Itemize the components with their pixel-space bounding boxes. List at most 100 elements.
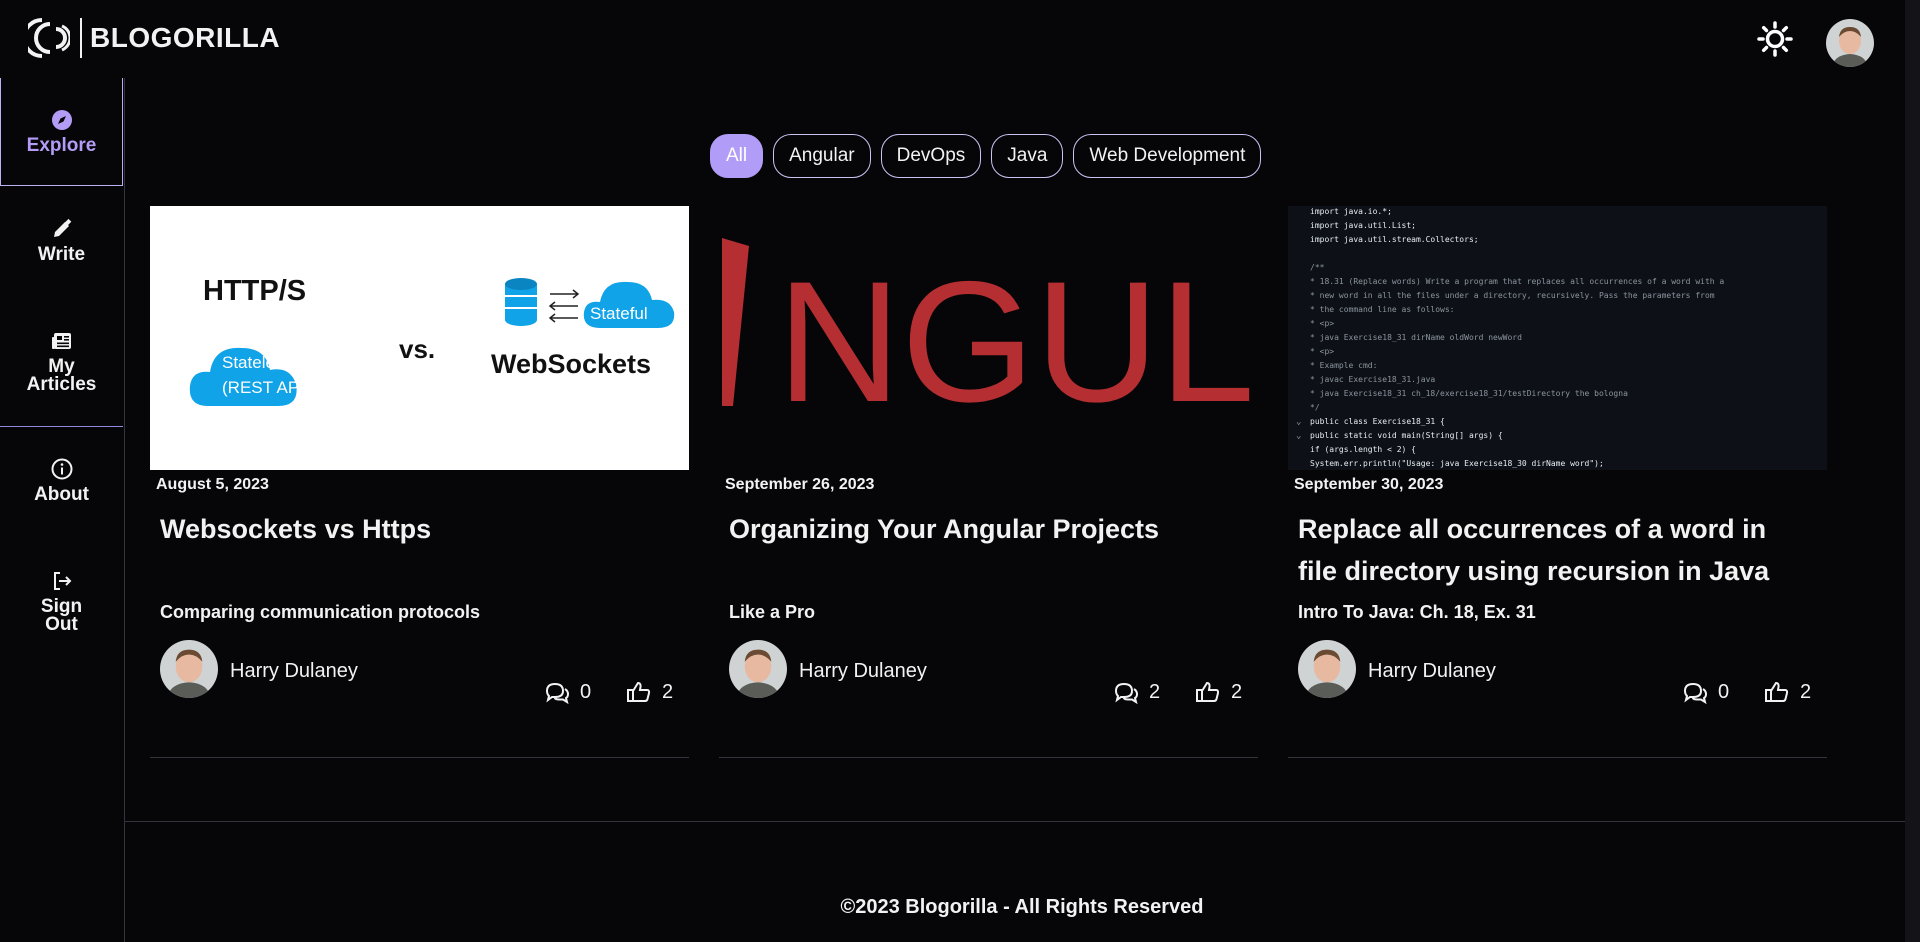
likes-count[interactable]: 2 xyxy=(626,680,673,704)
author-avatar[interactable] xyxy=(160,640,218,698)
comments-count[interactable]: 0 xyxy=(1682,680,1729,704)
sidebar-divider xyxy=(0,426,123,427)
theme-toggle-button[interactable] xyxy=(1757,21,1793,57)
author-name[interactable]: Harry Dulaney xyxy=(799,660,927,683)
sidebar-item-label: Explore xyxy=(26,134,97,156)
sidebar-item-write[interactable]: Write xyxy=(0,218,123,264)
filter-chip-angular[interactable]: Angular xyxy=(773,134,871,178)
comments-icon xyxy=(1683,682,1708,704)
stateless-label: Stateless xyxy=(222,353,292,372)
stateful-label: Stateful xyxy=(590,304,648,323)
code-line: if (args.length < 2) { xyxy=(1310,445,1416,454)
sidebar-item-explore[interactable]: Explore xyxy=(0,78,123,186)
java-code-image: ⌄ ⌄ import java.io.*; import java.util.Li… xyxy=(1288,206,1827,470)
code-line: import java.io.*; xyxy=(1310,207,1392,216)
logo-separator xyxy=(80,18,82,58)
code-line: import java.util.stream.Collectors; xyxy=(1310,235,1479,244)
comments-icon xyxy=(1114,682,1139,704)
filter-chip-all[interactable]: All xyxy=(710,134,764,178)
author-avatar-image xyxy=(160,640,218,698)
http-label: HTTP/S xyxy=(203,275,306,307)
article-card[interactable]: NGUL September 26, 2023 Organizing Your … xyxy=(719,206,1258,758)
footer-copyright: ©2023 Blogorilla - All Rights Reserved xyxy=(840,896,1204,918)
thumbs-up-icon xyxy=(1196,681,1220,702)
article-subtitle: Comparing communication protocols xyxy=(160,602,481,622)
brand-name: BLOGORILLA xyxy=(90,22,281,53)
websockets-label: WebSockets xyxy=(491,349,651,379)
likes-count-value: 2 xyxy=(1800,680,1812,703)
top-header: BLOGORILLA xyxy=(0,0,1920,78)
scrollbar-track[interactable] xyxy=(1905,0,1920,942)
sign-out-icon xyxy=(53,572,71,590)
article-title[interactable]: Organizing Your Angular Projects xyxy=(729,508,1229,550)
code-line: * Example cmd: xyxy=(1310,361,1377,370)
sidebar: Explore Write My Articles About Sign Out xyxy=(0,78,125,942)
article-date: August 5, 2023 xyxy=(156,476,269,493)
angular-wordmark-image: NGUL xyxy=(719,206,1258,470)
code-line: /** xyxy=(1310,263,1325,272)
user-avatar-button[interactable] xyxy=(1826,19,1874,67)
code-line: * <p> xyxy=(1310,347,1334,356)
fold-chevron-icon: ⌄ xyxy=(1296,417,1301,427)
comments-count[interactable]: 0 xyxy=(544,680,591,704)
vs-label: vs. xyxy=(399,334,435,364)
author-avatar-image xyxy=(729,640,787,698)
article-title[interactable]: Replace all occurrences of a word in fil… xyxy=(1298,508,1798,592)
article-subtitle: Intro To Java: Ch. 18, Ex. 31 xyxy=(1298,602,1536,622)
database-icon xyxy=(505,278,537,326)
article-thumbnail[interactable]: HTTP/S Stateless (REST API) vs. Stateful… xyxy=(150,206,689,470)
article-title[interactable]: Websockets vs Https xyxy=(160,508,660,550)
article-card[interactable]: ⌄ ⌄ import java.io.*; import java.util.Li… xyxy=(1288,206,1827,758)
brand-logo[interactable]: BLOGORILLA xyxy=(28,16,280,60)
sidebar-item-label: Write xyxy=(37,244,86,265)
sidebar-item-label: My Articles xyxy=(26,356,97,395)
article-date: September 30, 2023 xyxy=(1294,476,1444,493)
likes-count-value: 2 xyxy=(662,680,674,703)
pencil-icon xyxy=(53,218,71,237)
sidebar-item-label: Sign Out xyxy=(40,596,83,635)
code-line: * the command line as follows: xyxy=(1310,305,1455,314)
sidebar-item-my-articles[interactable]: My Articles xyxy=(0,330,123,394)
footer-divider xyxy=(124,821,1920,822)
newspaper-icon xyxy=(51,333,71,349)
sidebar-item-sign-out[interactable]: Sign Out xyxy=(0,570,123,634)
author-avatar[interactable] xyxy=(1298,640,1356,698)
sidebar-item-label: About xyxy=(34,484,89,505)
logo-mark-icon xyxy=(28,18,70,58)
sidebar-item-about[interactable]: About xyxy=(0,458,123,504)
compass-icon xyxy=(51,109,72,130)
thumbs-up-icon xyxy=(627,681,651,702)
user-avatar xyxy=(1826,19,1874,67)
author-avatar-image xyxy=(1298,640,1356,698)
article-thumbnail[interactable]: NGUL xyxy=(719,206,1258,470)
author-name[interactable]: Harry Dulaney xyxy=(1368,660,1496,683)
article-thumbnail[interactable]: ⌄ ⌄ import java.io.*; import java.util.Li… xyxy=(1288,206,1827,470)
comments-count[interactable]: 2 xyxy=(1113,680,1160,704)
likes-count[interactable]: 2 xyxy=(1195,680,1242,704)
fold-chevron-icon: ⌄ xyxy=(1296,431,1301,441)
comments-count-value: 0 xyxy=(580,680,592,703)
article-subtitle: Like a Pro xyxy=(729,602,816,622)
article-date: September 26, 2023 xyxy=(725,476,875,493)
comments-icon xyxy=(545,682,570,704)
filter-chip-devops[interactable]: DevOps xyxy=(880,134,982,178)
author-avatar[interactable] xyxy=(729,640,787,698)
code-line: * java Exercise18_31 dirName oldWord new… xyxy=(1310,333,1522,342)
code-line: public class Exercise18_31 { xyxy=(1310,417,1445,426)
comments-count-value: 2 xyxy=(1149,680,1161,703)
filter-chip-web-development[interactable]: Web Development xyxy=(1073,134,1262,178)
code-line: * javac Exercise18_31.java xyxy=(1310,375,1435,384)
article-card[interactable]: HTTP/S Stateless (REST API) vs. Stateful… xyxy=(150,206,689,758)
filter-chip-java[interactable]: Java xyxy=(991,134,1064,178)
author-name[interactable]: Harry Dulaney xyxy=(230,660,358,683)
info-icon xyxy=(51,458,72,480)
likes-count-value: 2 xyxy=(1231,680,1243,703)
likes-count[interactable]: 2 xyxy=(1764,680,1811,704)
websockets-vs-https-image: HTTP/S Stateless (REST API) vs. Stateful… xyxy=(150,206,689,470)
code-line: * <p> xyxy=(1310,319,1334,328)
comments-count-value: 0 xyxy=(1718,680,1730,703)
rest-api-label: (REST API) xyxy=(222,378,310,397)
code-line: * new word in all the files under a dire… xyxy=(1310,291,1715,300)
code-line: public static void main(String[] args) { xyxy=(1310,431,1503,440)
code-line: */ xyxy=(1310,403,1320,412)
